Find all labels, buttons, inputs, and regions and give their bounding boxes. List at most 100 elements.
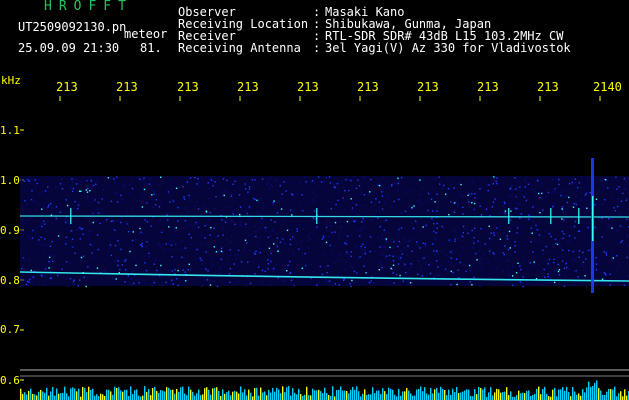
meter-bar xyxy=(186,395,188,400)
noise-speck xyxy=(282,280,285,282)
meter-bar xyxy=(154,386,156,400)
noise-speck xyxy=(151,180,153,182)
noise-speck xyxy=(94,198,96,200)
noise-speck xyxy=(411,250,413,252)
noise-speck xyxy=(243,248,246,251)
noise-speck xyxy=(539,193,542,195)
noise-speck xyxy=(71,186,73,188)
noise-speck xyxy=(388,254,391,257)
noise-speck xyxy=(507,259,509,262)
noise-speck xyxy=(248,234,251,237)
noise-speck xyxy=(599,209,601,212)
noise-speck xyxy=(505,260,507,262)
meter-bar xyxy=(156,390,158,400)
noise-speck xyxy=(468,201,470,203)
noise-speck xyxy=(155,199,158,201)
noise-speck xyxy=(126,212,128,214)
meter-bar xyxy=(282,386,284,400)
noise-speck xyxy=(267,259,269,261)
noise-speck xyxy=(258,183,260,185)
noise-speck xyxy=(120,248,122,251)
noise-speck xyxy=(281,220,283,222)
noise-speck xyxy=(51,260,54,262)
noise-speck xyxy=(26,234,29,237)
noise-speck xyxy=(255,231,257,233)
noise-speck xyxy=(568,183,571,185)
noise-speck xyxy=(55,227,57,230)
meter-bar xyxy=(30,388,32,400)
noise-speck xyxy=(575,203,577,206)
noise-speck xyxy=(89,190,91,192)
noise-speck xyxy=(173,234,176,236)
meter-bar xyxy=(138,395,140,400)
noise-speck xyxy=(148,252,150,254)
noise-speck xyxy=(226,191,229,194)
noise-speck xyxy=(312,271,314,273)
noise-speck xyxy=(434,201,436,203)
noise-speck xyxy=(401,177,403,179)
noise-speck xyxy=(467,232,469,234)
meter-bar xyxy=(580,395,582,400)
meter-bar xyxy=(460,392,462,400)
noise-speck xyxy=(348,189,350,192)
noise-speck xyxy=(446,271,449,273)
noise-speck xyxy=(201,263,203,265)
noise-speck xyxy=(51,222,54,224)
noise-speck xyxy=(131,284,133,287)
meter-bar xyxy=(34,394,36,400)
noise-speck xyxy=(279,241,282,243)
noise-speck xyxy=(201,241,203,244)
noise-speck xyxy=(299,182,302,184)
meter-bar xyxy=(152,388,154,400)
noise-speck xyxy=(539,220,541,223)
noise-speck xyxy=(337,199,339,202)
noise-speck xyxy=(275,179,278,182)
noise-speck xyxy=(580,186,582,189)
meter-bar xyxy=(76,391,78,400)
noise-speck xyxy=(95,249,97,251)
noise-speck xyxy=(392,255,394,257)
noise-speck xyxy=(282,238,284,240)
noise-speck xyxy=(587,241,589,244)
noise-speck xyxy=(397,182,399,185)
noise-speck xyxy=(71,181,74,183)
noise-speck xyxy=(318,281,321,284)
noise-speck xyxy=(57,263,60,265)
x-tick-label: 213 xyxy=(116,80,138,94)
meter-bar xyxy=(300,394,302,400)
noise-speck xyxy=(190,268,192,270)
noise-speck xyxy=(582,261,585,263)
noise-speck xyxy=(585,192,588,195)
noise-speck xyxy=(381,195,384,197)
noise-speck xyxy=(360,234,362,236)
meter-bar xyxy=(396,396,398,400)
noise-speck xyxy=(257,200,259,203)
noise-speck xyxy=(132,231,134,233)
meter-bar xyxy=(404,391,406,400)
noise-speck xyxy=(175,227,177,229)
noise-speck xyxy=(36,182,38,185)
noise-speck xyxy=(120,221,122,224)
noise-speck xyxy=(167,219,169,221)
noise-speck xyxy=(215,208,217,210)
noise-speck xyxy=(435,260,438,262)
noise-speck xyxy=(432,231,434,233)
noise-speck xyxy=(318,176,320,178)
noise-speck xyxy=(329,182,331,184)
noise-speck xyxy=(273,243,275,245)
meter-bar xyxy=(196,393,198,400)
noise-speck xyxy=(425,255,428,258)
noise-speck xyxy=(473,237,475,239)
noise-speck xyxy=(375,198,377,200)
noise-speck xyxy=(107,183,109,185)
meter-bar xyxy=(324,387,326,400)
noise-speck xyxy=(452,250,454,252)
noise-speck xyxy=(305,261,308,263)
noise-speck xyxy=(92,221,94,224)
noise-speck xyxy=(621,226,624,228)
noise-speck xyxy=(508,273,511,275)
noise-speck xyxy=(136,261,139,264)
noise-speck xyxy=(211,264,213,266)
noise-speck xyxy=(396,255,398,257)
noise-speck xyxy=(317,237,319,239)
